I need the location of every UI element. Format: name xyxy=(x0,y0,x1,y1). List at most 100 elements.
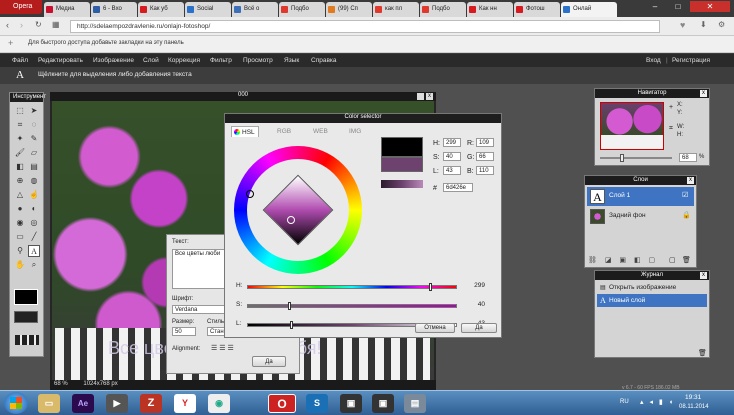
browser-tab[interactable]: Social xyxy=(185,2,231,17)
clone-icon[interactable]: ⊕ xyxy=(14,175,26,187)
browser-tab[interactable]: как пл xyxy=(373,2,419,17)
r-input[interactable]: 109 xyxy=(476,138,494,147)
select-icon[interactable]: ⬚ xyxy=(14,105,26,117)
pencil-icon[interactable]: ✎ xyxy=(28,133,40,145)
brush-icon[interactable]: 🖌 xyxy=(14,147,26,159)
hue-marker[interactable] xyxy=(246,190,254,198)
lightness-slider-thumb[interactable] xyxy=(289,321,293,329)
navigator-zoom-thumb[interactable] xyxy=(620,154,624,162)
login-link[interactable]: Вход xyxy=(646,57,661,64)
tray-icons[interactable]: ▴ ◂ ▮ ◖ xyxy=(640,398,675,406)
reload-icon[interactable]: ↻ xyxy=(35,20,42,29)
clock-date[interactable]: 08.11.2014 xyxy=(679,404,709,410)
favorite-heart-icon[interactable]: ♥ xyxy=(680,20,685,30)
browser-tab[interactable]: Подбо xyxy=(279,2,325,17)
zoom-icon[interactable]: ⌕ xyxy=(28,259,40,271)
menu-image[interactable]: Изображение xyxy=(93,57,134,64)
download-icon[interactable]: ⬇ xyxy=(700,20,707,29)
menu-view[interactable]: Просмотр xyxy=(243,57,273,64)
browser-tab[interactable]: Медиа xyxy=(44,2,90,17)
layer-item-active[interactable]: A Слой 1 ☑ xyxy=(587,187,694,206)
add-bookmark-icon[interactable]: + xyxy=(8,38,13,48)
maximize-button[interactable]: □ xyxy=(667,1,689,12)
eraser-icon[interactable]: ▱ xyxy=(28,147,40,159)
foreground-color-swatch[interactable] xyxy=(14,289,38,305)
browser-tab[interactable]: Как уб xyxy=(138,2,184,17)
after-effects-icon[interactable]: Ae xyxy=(72,394,94,413)
browser-tab[interactable]: Фотош xyxy=(514,2,560,17)
opera-menu-button[interactable]: Opera xyxy=(0,0,42,14)
minimize-button[interactable]: – xyxy=(644,1,666,12)
move-icon[interactable]: ➤ xyxy=(28,105,40,117)
tab-hsl[interactable]: HSL xyxy=(231,126,259,137)
redeye-icon[interactable]: ◎ xyxy=(28,217,40,229)
opera-taskbar-icon[interactable]: O xyxy=(268,394,296,413)
canvas-close-icon[interactable]: x xyxy=(426,93,433,100)
l-input[interactable]: 43 xyxy=(443,166,461,175)
saturation-lightness-picker[interactable] xyxy=(262,174,334,246)
layer-actions-icons[interactable]: ⛓ ◪ ▣ ◧ ▢ xyxy=(588,256,658,264)
background-color-swatch[interactable] xyxy=(14,311,38,323)
clock-time[interactable]: 19:31 xyxy=(685,394,701,401)
gradient-icon[interactable]: ▤ xyxy=(28,161,40,173)
crop-icon[interactable]: ⌗ xyxy=(14,119,26,131)
start-button[interactable] xyxy=(4,392,28,414)
browser-tab[interactable]: Всё о xyxy=(232,2,278,17)
type-tool-icon[interactable]: A xyxy=(28,245,40,257)
history-item[interactable]: ▤ Открыть изображение xyxy=(597,282,707,293)
shape-icon[interactable]: ▭ xyxy=(14,231,26,243)
register-link[interactable]: Регистрация xyxy=(672,57,710,64)
close-window-button[interactable]: ✕ xyxy=(690,1,730,12)
wand-icon[interactable]: ✦ xyxy=(14,133,26,145)
menu-help[interactable]: Справка xyxy=(311,57,337,64)
filezilla-icon[interactable]: Z xyxy=(140,394,162,413)
navigator-close-icon[interactable]: x xyxy=(700,90,707,97)
speed-dial-icon[interactable]: ▦ xyxy=(52,20,60,29)
browser-tab[interactable]: (99) Сп xyxy=(326,2,372,17)
url-input[interactable]: http://sdelaempozdravlenie.ru/onlajn-fot… xyxy=(70,20,660,33)
fill-icon[interactable]: ◧ xyxy=(14,161,26,173)
history-close-icon[interactable]: x xyxy=(700,272,707,279)
sponge-icon[interactable]: ◉ xyxy=(14,217,26,229)
tab-rgb[interactable]: RGB xyxy=(267,126,294,137)
menu-adjust[interactable]: Коррекция xyxy=(168,57,200,64)
layers-close-icon[interactable]: x xyxy=(687,177,694,184)
skype-icon[interactable]: S xyxy=(306,394,328,413)
sharpen-icon[interactable]: △ xyxy=(14,189,26,201)
h-input[interactable]: 299 xyxy=(443,138,461,147)
b-input[interactable]: 110 xyxy=(476,166,494,175)
browser-tab[interactable]: Как нн xyxy=(467,2,513,17)
menu-language[interactable]: Язык xyxy=(284,57,299,64)
forward-icon[interactable]: › xyxy=(20,20,23,30)
menu-file[interactable]: Файл xyxy=(12,57,28,64)
hue-slider-thumb[interactable] xyxy=(428,283,432,291)
document-icon[interactable]: ▤ xyxy=(404,394,426,413)
text-input[interactable]: Все цветы люби xyxy=(172,249,228,289)
canvas-maximize-icon[interactable] xyxy=(417,93,424,100)
tab-web[interactable]: WEB xyxy=(303,126,331,137)
sl-marker[interactable] xyxy=(287,216,295,224)
menu-edit[interactable]: Редактировать xyxy=(38,57,83,64)
hand-icon[interactable]: ✋ xyxy=(14,259,26,271)
browser-tab[interactable]: 6 - Вхо xyxy=(91,2,137,17)
blur-icon[interactable]: ◍ xyxy=(28,175,40,187)
color-cancel-button[interactable]: Отмена xyxy=(415,323,455,333)
media-icon[interactable]: ▶ xyxy=(106,394,128,413)
layer-lock-icon[interactable]: 🔒 xyxy=(682,211,691,219)
delete-layer-icon[interactable]: 🗑 xyxy=(682,256,691,264)
camera-app-icon[interactable]: ▣ xyxy=(340,394,362,413)
text-ok-button[interactable]: Да xyxy=(252,356,286,367)
eyedropper-icon[interactable]: ⚲ xyxy=(14,245,26,257)
delete-history-icon[interactable]: 🗑 xyxy=(698,349,707,357)
settings-icon[interactable]: ⚙ xyxy=(718,20,725,29)
smudge-icon[interactable]: ☝ xyxy=(28,189,40,201)
font-select[interactable]: Verdana xyxy=(172,305,228,314)
dodge-icon[interactable]: ● xyxy=(14,203,26,215)
browser-tab[interactable]: Подбо xyxy=(420,2,466,17)
menu-layer[interactable]: Слой xyxy=(143,57,159,64)
line-icon[interactable]: ╱ xyxy=(28,231,40,243)
color-ok-button[interactable]: Да xyxy=(461,323,497,333)
lasso-icon[interactable]: ◌ xyxy=(28,119,40,131)
browser-tab-active[interactable]: Онлай xyxy=(561,2,617,17)
quick-mask-icon[interactable] xyxy=(15,335,39,345)
